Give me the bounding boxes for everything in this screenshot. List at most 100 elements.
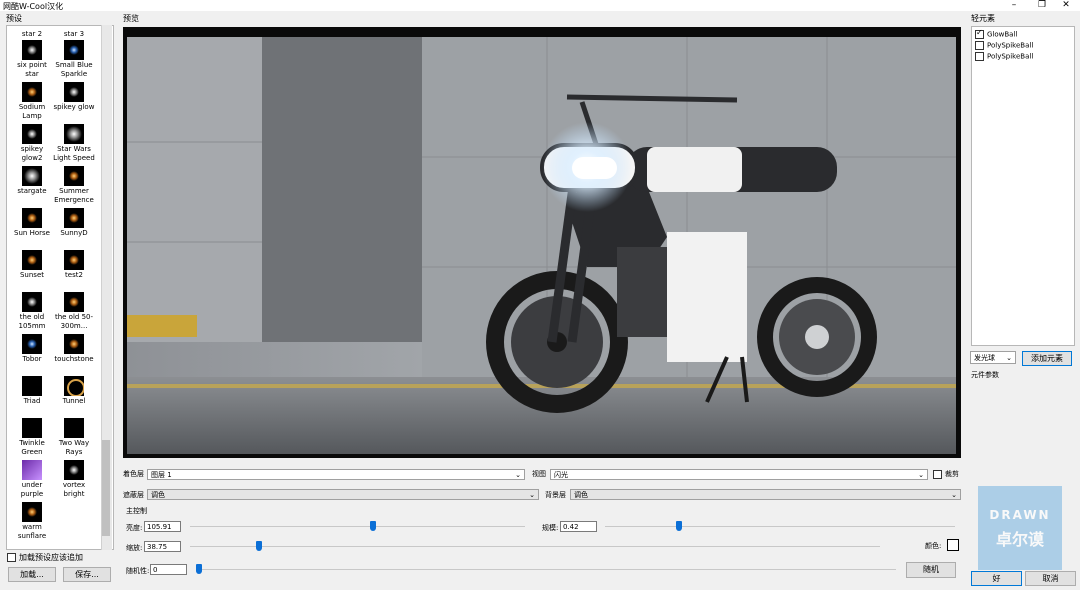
preset-thumbnail [22, 460, 42, 480]
append-preset-option[interactable]: 加载预设应该追加 [7, 552, 83, 563]
color-layer-select[interactable]: 图层 1 ⌄ [147, 469, 525, 480]
color-swatch[interactable] [947, 539, 959, 551]
watermark-line2: 卓尔谟 [995, 530, 1044, 549]
preset-item[interactable]: the old 50-300m... [52, 292, 96, 331]
preset-label: star 2 [21, 30, 43, 38]
clip-checkbox[interactable] [933, 469, 942, 479]
preset-thumbnail [22, 376, 42, 396]
preset-item[interactable]: stargate [10, 166, 54, 196]
clip-option[interactable]: 裁剪 [933, 469, 959, 479]
brightness-slider-thumb[interactable] [369, 521, 376, 531]
preview-image[interactable] [127, 37, 956, 454]
preset-label: spikey glow2 [20, 145, 44, 162]
preset-item[interactable]: star 2 [10, 30, 54, 39]
brightness-slider-track[interactable] [190, 526, 525, 527]
append-preset-label: 加载预设应该追加 [19, 553, 83, 562]
preset-label: vortex bright [62, 481, 86, 498]
element-type-value: 发光球 [974, 354, 995, 362]
preset-item[interactable]: Tunnel [52, 376, 96, 406]
zoom-slider-track[interactable] [190, 546, 880, 547]
preset-thumbnail [22, 166, 42, 186]
preset-label: Twinkle Green [19, 439, 45, 456]
randomness-input[interactable]: 0 [150, 564, 187, 575]
view-value: 闪光 [554, 471, 568, 479]
save-preset-button[interactable]: 保存... [63, 567, 111, 582]
close-icon[interactable]: ✕ [1052, 0, 1080, 11]
element-checkbox[interactable] [975, 52, 984, 61]
preset-label: the old 50-300m... [54, 313, 94, 330]
preset-label: Tobor [22, 355, 42, 363]
preset-item[interactable]: Triad [10, 376, 54, 406]
element-checkbox[interactable] [975, 28, 984, 39]
chevron-down-icon: ⌄ [951, 491, 957, 499]
preset-label: the old 105mm [18, 313, 46, 330]
element-item[interactable]: GlowBall [975, 28, 1017, 39]
preset-thumbnail [64, 208, 84, 228]
scale-slider-thumb[interactable] [675, 521, 682, 531]
preset-item[interactable]: the old 105mm [10, 292, 54, 331]
element-type-select[interactable]: 发光球 ⌄ [970, 351, 1016, 364]
zoom-input[interactable]: 38.75 [144, 541, 181, 552]
title-bar: 网酷W-Cool汉化 – ❐ ✕ [0, 0, 1080, 11]
preset-item[interactable]: Summer Emergence [52, 166, 96, 205]
elements-label: 轻元素 [971, 14, 995, 23]
motorcycle-scene [127, 37, 956, 454]
bg-layer-select[interactable]: 调色 ⌄ [570, 489, 961, 500]
preset-label: Sodium Lamp [18, 103, 46, 120]
preset-item[interactable]: star 3 [52, 30, 96, 39]
append-preset-checkbox[interactable] [7, 553, 16, 562]
scale-input[interactable]: 0.42 [560, 521, 597, 532]
mask-layer-value: 调色 [151, 491, 165, 499]
preset-item[interactable]: Sun Horse [10, 208, 54, 238]
minimize-icon[interactable]: – [1000, 0, 1028, 11]
preset-list[interactable]: star 2 star 3 six point star Small Blue Spa… [6, 25, 114, 550]
element-item[interactable]: PolySpikeBall [975, 41, 1033, 50]
cancel-button[interactable]: 取消 [1025, 571, 1076, 586]
preset-item[interactable]: touchstone [52, 334, 96, 364]
preset-item[interactable]: Star Wars Light Speed [52, 124, 96, 163]
preset-item[interactable]: Sunset [10, 250, 54, 280]
mask-layer-select[interactable]: 调色 ⌄ [147, 489, 539, 500]
preset-item[interactable]: warm sunflare [10, 502, 54, 541]
preset-item[interactable]: test2 [52, 250, 96, 280]
elements-list[interactable]: GlowBall PolySpikeBall PolySpikeBall [971, 26, 1075, 346]
zoom-slider-thumb[interactable] [256, 541, 262, 551]
preset-item[interactable]: Twinkle Green [10, 418, 54, 457]
random-button[interactable]: 随机 [906, 562, 956, 578]
preset-item[interactable]: SunnyD [52, 208, 96, 238]
load-preset-button[interactable]: 加载... [8, 567, 56, 582]
color-label: 颜色: [925, 542, 942, 550]
preset-thumbnail [22, 250, 42, 270]
element-checkbox[interactable] [975, 41, 984, 50]
scale-slider-track[interactable] [605, 526, 955, 527]
preset-label: Sun Horse [14, 229, 50, 237]
element-params-label: 元件参数 [971, 371, 999, 379]
preset-thumbnail [64, 250, 84, 270]
ok-button[interactable]: 好 [971, 571, 1022, 586]
preset-thumbnail [22, 418, 42, 438]
preset-item[interactable]: Small Blue Sparkle [52, 40, 96, 79]
randomness-slider-thumb[interactable] [196, 564, 202, 574]
preset-item[interactable]: spikey glow [52, 82, 96, 112]
preset-item[interactable]: under purple [10, 460, 54, 499]
preset-label: warm sunflare [17, 523, 47, 540]
preset-item[interactable]: Sodium Lamp [10, 82, 54, 121]
preset-item[interactable]: Tobor [10, 334, 54, 364]
preset-item[interactable]: spikey glow2 [10, 124, 54, 163]
preset-item[interactable]: vortex bright [52, 460, 96, 499]
preset-item[interactable]: six point star [10, 40, 54, 79]
preset-item[interactable]: Two Way Rays [52, 418, 96, 457]
brightness-input[interactable]: 105.91 [144, 521, 181, 532]
preset-thumbnail [64, 40, 84, 60]
chevron-down-icon: ⌄ [515, 471, 521, 479]
preset-thumbnail [22, 334, 42, 354]
preset-scrollbar-thumb[interactable] [102, 440, 110, 536]
preset-label: Tunnel [62, 397, 86, 405]
view-select[interactable]: 闪光 ⌄ [550, 469, 928, 480]
preset-thumbnail [22, 124, 42, 144]
element-item[interactable]: PolySpikeBall [975, 52, 1033, 61]
main-controls-label: 主控制 [126, 507, 147, 515]
add-element-button[interactable]: 添加元素 [1022, 351, 1072, 366]
randomness-slider-track[interactable] [196, 569, 896, 570]
preset-label: under purple [20, 481, 44, 498]
